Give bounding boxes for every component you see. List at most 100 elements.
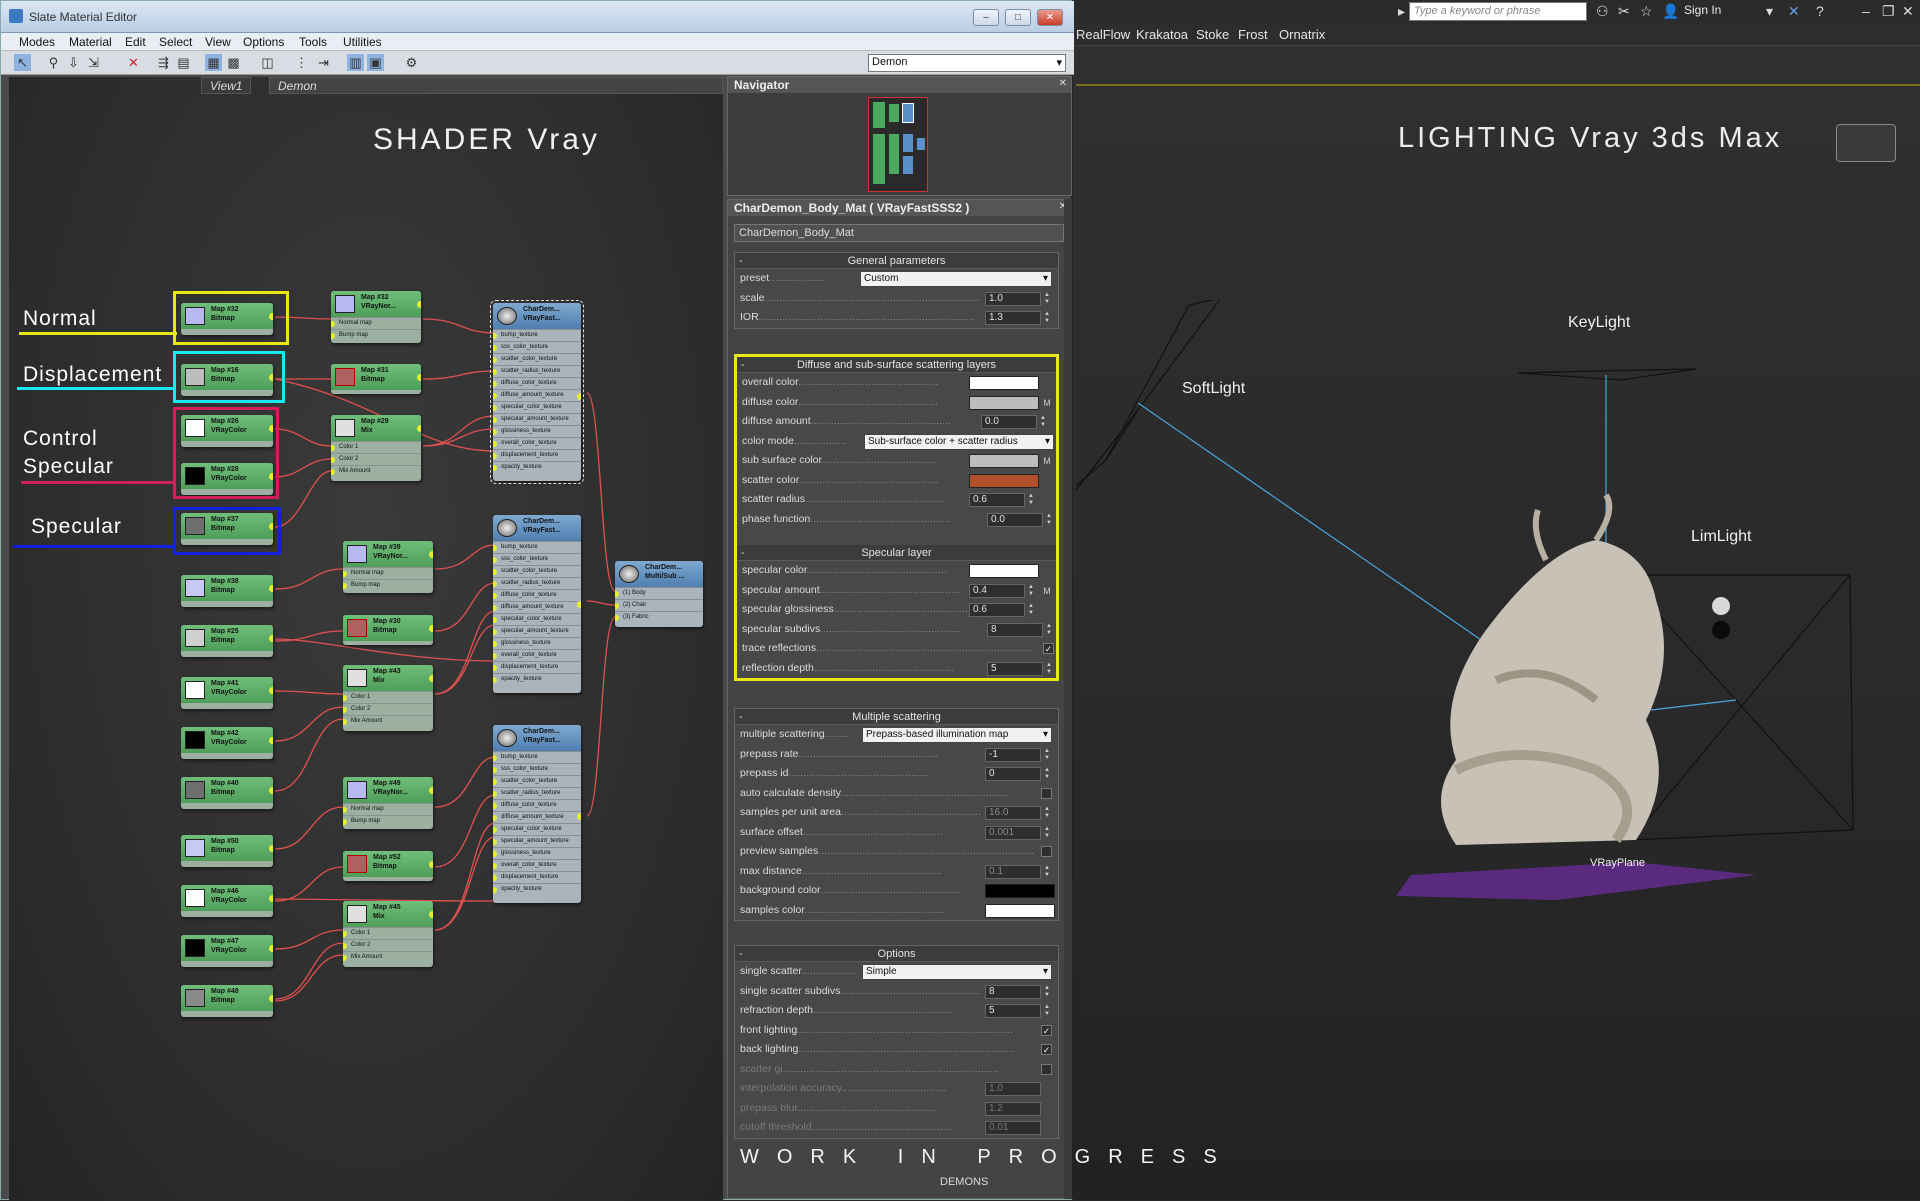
specular-header[interactable]: Specular layer xyxy=(737,545,1056,561)
options-header[interactable]: Options xyxy=(735,946,1058,962)
close-icon[interactable]: ✕ xyxy=(1902,3,1914,20)
node-chardemon-sss-3[interactable]: CharDem... VRayFast... bump_texture sss_co… xyxy=(493,725,581,903)
specular-gloss-field[interactable]: 0.6 xyxy=(969,603,1025,617)
prepass-id-field[interactable]: 0 xyxy=(985,767,1041,781)
close-button[interactable]: ✕ xyxy=(1037,9,1063,26)
node-map46-vraycolor[interactable]: Map #46 VRayColor xyxy=(181,885,273,917)
specular-amount-spinner[interactable]: ▲ ▼ xyxy=(1027,584,1035,598)
single-scatter-dropdown[interactable]: Simple xyxy=(862,964,1052,980)
scale-spinner[interactable]: ▲ ▼ xyxy=(1043,292,1051,306)
user-icon[interactable]: 👤 xyxy=(1662,3,1679,20)
max-distance-spinner[interactable]: ▲ ▼ xyxy=(1043,865,1051,879)
help-icon[interactable]: ? xyxy=(1816,3,1824,19)
ior-field[interactable]: 1.3 xyxy=(985,311,1041,325)
view-selector-dropdown[interactable]: Demon ▾ xyxy=(868,54,1066,72)
node-map41-vraycolor[interactable]: Map #41 VRayColor xyxy=(181,677,273,709)
reflection-depth-spinner[interactable]: ▲ ▼ xyxy=(1045,662,1053,676)
binoculars-icon[interactable]: ⚇ xyxy=(1596,3,1609,20)
menu-krakatoa[interactable]: Krakatoa xyxy=(1136,27,1188,42)
scatter-radius-field[interactable]: 0.6 xyxy=(969,493,1025,507)
dropdown-icon[interactable]: ▾ xyxy=(1766,3,1773,20)
node-map50-bitmap[interactable]: Map #50 Bitmap xyxy=(181,835,273,867)
node-map31-bitmap[interactable]: Map #31 Bitmap xyxy=(331,364,421,394)
node-map48-bitmap[interactable]: Map #48 Bitmap xyxy=(181,985,273,1017)
viewcube[interactable] xyxy=(1836,124,1896,162)
specular-color-swatch[interactable] xyxy=(969,564,1039,578)
arrow-icon[interactable]: ▸ xyxy=(1398,3,1405,20)
samples-color-swatch[interactable] xyxy=(985,903,1055,918)
samples-area-field[interactable]: 16.0 xyxy=(985,806,1041,820)
menu-realflow[interactable]: RealFlow xyxy=(1076,27,1130,42)
minimize-button[interactable]: – xyxy=(973,9,999,26)
node-map42-vraycolor[interactable]: Map #42 VRayColor xyxy=(181,727,273,759)
specular-subdivs-spinner[interactable]: ▲ ▼ xyxy=(1045,623,1053,637)
node-map49-vraynormal[interactable]: Map #49 VRayNor... Normal map Bump map xyxy=(343,777,433,829)
navigator-panel[interactable]: Navigator ✕ xyxy=(727,76,1072,196)
surface-offset-spinner[interactable]: ▲ ▼ xyxy=(1043,826,1051,840)
node-map29-mix[interactable]: Map #29 Mix Color 1 Color 2 Mix Amount xyxy=(331,415,421,481)
ior-spinner[interactable]: ▲ ▼ xyxy=(1043,311,1051,325)
diffuse-header[interactable]: Diffuse and sub-surface scattering layer… xyxy=(737,357,1056,373)
single-subdivs-field[interactable]: 8 xyxy=(985,984,1041,999)
node-map40-bitmap[interactable]: Map #40 Bitmap xyxy=(181,777,273,809)
tools-icon[interactable]: ✂ xyxy=(1618,3,1630,20)
color-mode-dropdown[interactable]: Sub-surface color + scatter radius xyxy=(864,433,1054,450)
node-map43-mix[interactable]: Map #43 Mix Color 1 Color 2 Mix Amount xyxy=(343,665,433,731)
prepass-blur-field[interactable]: 1.2 xyxy=(985,1101,1041,1116)
refraction-depth-spinner[interactable]: ▲ ▼ xyxy=(1043,1004,1051,1018)
diffuse-amount-spinner[interactable]: ▲ ▼ xyxy=(1039,415,1047,429)
specular-amount-field[interactable]: 0.4 xyxy=(969,583,1025,598)
surface-offset-field[interactable]: 0.001 xyxy=(985,825,1041,840)
maximize-button[interactable]: □ xyxy=(1005,9,1031,26)
background-color-swatch[interactable] xyxy=(985,884,1055,898)
trace-reflections-checkbox[interactable]: ✓ xyxy=(1043,643,1054,654)
prepass-id-spinner[interactable]: ▲ ▼ xyxy=(1043,767,1051,781)
search-input[interactable]: Type a keyword or phrase xyxy=(1409,2,1587,21)
material-name-field[interactable]: CharDemon_Body_Mat xyxy=(734,224,1064,242)
node-chardemon-sss-1[interactable]: CharDem... VRayFast... bump_texture sss_co… xyxy=(490,300,584,484)
back-lighting-checkbox[interactable]: ✓ xyxy=(1041,1044,1052,1055)
star-icon[interactable]: ☆ xyxy=(1640,3,1653,20)
x-exchange-icon[interactable]: ✕ xyxy=(1788,3,1800,20)
phase-function-field[interactable]: 0.0 xyxy=(987,512,1043,527)
specular-subdivs-field[interactable]: 8 xyxy=(987,622,1043,637)
diffuse-map-button[interactable]: M xyxy=(1041,396,1053,410)
sign-in-link[interactable]: Sign In xyxy=(1684,3,1721,17)
cutoff-threshold-field[interactable]: 0.01 xyxy=(985,1121,1041,1135)
preview-samples-checkbox[interactable] xyxy=(1041,846,1052,857)
node-map32-vraynormal[interactable]: Map #32 VRayNor... Normal map Bump map xyxy=(331,291,421,343)
node-map47-vraycolor[interactable]: Map #47 VRayColor xyxy=(181,935,273,967)
node-map38-bitmap[interactable]: Map #38 Bitmap xyxy=(181,575,273,607)
scatter-color-swatch[interactable] xyxy=(969,473,1039,488)
node-chardemon-sss-2[interactable]: CharDem... VRayFast... bump_texture sss_co… xyxy=(493,515,581,693)
navigator-close-icon[interactable]: ✕ xyxy=(1059,78,1067,89)
scatter-gi-checkbox[interactable] xyxy=(1041,1063,1052,1075)
sub-surface-color-swatch[interactable] xyxy=(969,454,1039,468)
node-map30-bitmap[interactable]: Map #30 Bitmap xyxy=(343,615,433,645)
front-lighting-checkbox[interactable]: ✓ xyxy=(1041,1024,1052,1036)
general-header[interactable]: General parameters xyxy=(735,253,1058,269)
preset-dropdown[interactable]: Custom xyxy=(860,271,1052,287)
single-subdivs-spinner[interactable]: ▲ ▼ xyxy=(1043,985,1051,999)
scatter-radius-spinner[interactable]: ▲ ▼ xyxy=(1027,493,1035,507)
navigator-minimap[interactable] xyxy=(868,97,928,192)
menu-stoke[interactable]: Stoke xyxy=(1196,27,1229,42)
samples-area-spinner[interactable]: ▲ ▼ xyxy=(1043,806,1051,820)
prepass-rate-spinner[interactable]: ▲ ▼ xyxy=(1043,748,1051,762)
menu-frost[interactable]: Frost xyxy=(1238,27,1268,42)
node-map25-bitmap[interactable]: Map #25 Bitmap xyxy=(181,625,273,657)
restore-icon[interactable]: ❐ xyxy=(1882,3,1895,20)
node-chardemon-multisub[interactable]: CharDem... Multi/Sub ... (1) Body (2) Chai… xyxy=(615,561,703,627)
max-distance-field[interactable]: 0.1 xyxy=(985,864,1041,879)
multiple-header[interactable]: Multiple scattering xyxy=(735,709,1058,725)
scale-field[interactable]: 1.0 xyxy=(985,291,1041,306)
diffuse-amount-field[interactable]: 0.0 xyxy=(981,415,1037,429)
specular-amount-map-button[interactable]: M xyxy=(1041,584,1053,598)
menu-ornatrix[interactable]: Ornatrix xyxy=(1279,27,1325,42)
node-map52-bitmap[interactable]: Map #52 Bitmap xyxy=(343,851,433,881)
sub-surface-map-button[interactable]: M xyxy=(1041,454,1053,468)
node-map39-vraynormal[interactable]: Map #39 VRayNor... Normal map Bump map xyxy=(343,541,433,593)
overall-color-swatch[interactable] xyxy=(969,376,1039,390)
specular-gloss-spinner[interactable]: ▲ ▼ xyxy=(1027,603,1035,617)
reflection-depth-field[interactable]: 5 xyxy=(987,661,1043,676)
